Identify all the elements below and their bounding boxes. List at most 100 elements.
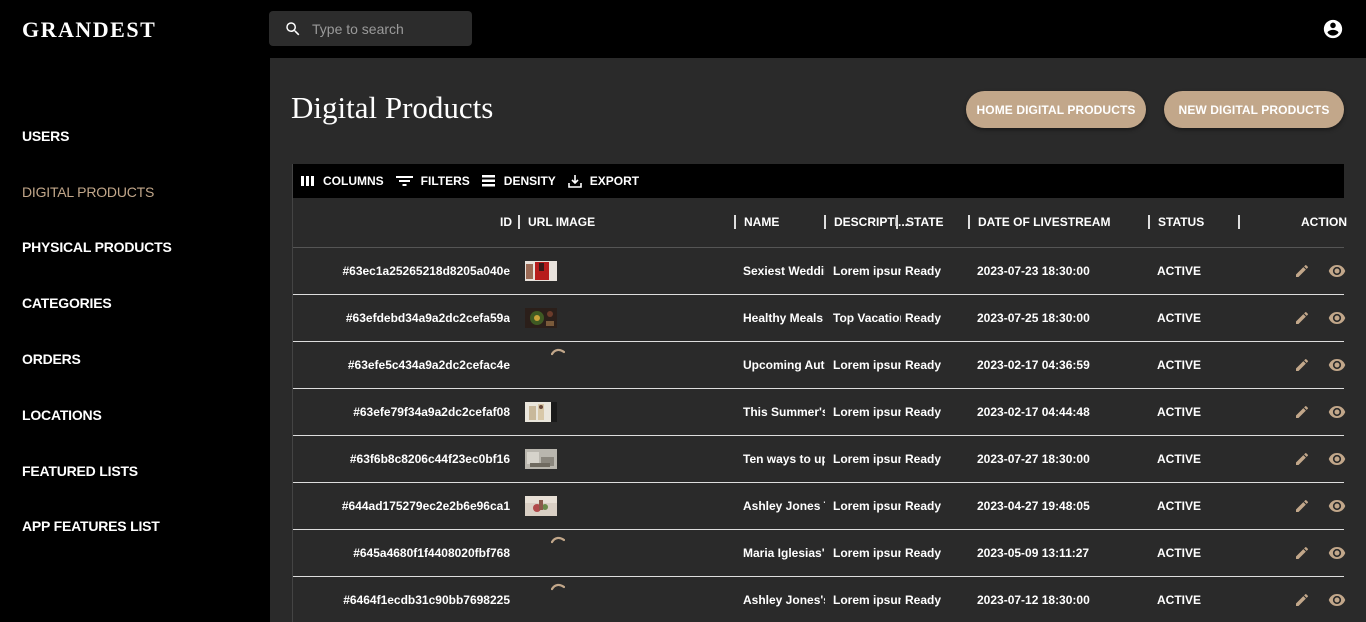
cell-state: Ready: [905, 405, 942, 419]
density-button[interactable]: DENSITY: [481, 174, 556, 188]
main-content: Digital Products HOME DIGITAL PRODUCTS N…: [270, 58, 1366, 622]
table-row[interactable]: #63f6b8c8206c44f23ec0bf16 Ten ways to up…: [293, 436, 1346, 483]
column-separator[interactable]: [1238, 215, 1240, 229]
cell-id: #63ec1a25265218d8205a040e: [342, 264, 510, 278]
column-separator[interactable]: [734, 215, 736, 229]
column-separator[interactable]: [896, 215, 898, 229]
column-separator[interactable]: [968, 215, 970, 229]
cell-date: 2023-07-27 18:30:00: [977, 452, 1090, 466]
edit-icon[interactable]: [1294, 451, 1310, 467]
cell-status: ACTIVE: [1157, 311, 1202, 325]
view-icon[interactable]: [1328, 546, 1346, 560]
broken-image-icon: [550, 343, 566, 356]
cell-state: Ready: [905, 264, 942, 278]
edit-icon[interactable]: [1294, 357, 1310, 373]
edit-icon[interactable]: [1294, 592, 1310, 608]
sidebar-item-physical-products[interactable]: PHYSICAL PRODUCTS: [22, 239, 172, 255]
cell-status: ACTIVE: [1157, 405, 1202, 419]
table-row[interactable]: #6464f1ecdb31c90bb7698225 Ashley Jones's…: [293, 577, 1346, 622]
edit-icon[interactable]: [1294, 498, 1310, 514]
cell-date: 2023-07-25 18:30:00: [977, 311, 1090, 325]
view-icon[interactable]: [1328, 593, 1346, 607]
header-name[interactable]: NAME: [744, 215, 779, 229]
cell-description: Lorem ipsum: [833, 405, 901, 419]
export-label: EXPORT: [589, 174, 640, 188]
cell-description: Lorem ipsum: [833, 264, 901, 278]
account-icon[interactable]: [1322, 18, 1344, 40]
cell-date: 2023-05-09 13:11:27: [977, 546, 1090, 560]
search-input[interactable]: [312, 20, 462, 37]
header-action: ACTION: [1301, 215, 1347, 229]
column-separator[interactable]: [518, 215, 520, 229]
columns-label: COLUMNS: [323, 174, 384, 188]
cell-description: Lorem ipsum: [833, 546, 901, 560]
view-icon[interactable]: [1328, 264, 1346, 278]
column-separator[interactable]: [824, 215, 826, 229]
table-row[interactable]: #63efe79f34a9a2dc2cefaf08 This Summer's …: [293, 389, 1346, 436]
sidebar-item-locations[interactable]: LOCATIONS: [22, 407, 102, 423]
filters-label: FILTERS: [420, 174, 470, 188]
product-thumbnail[interactable]: [525, 261, 557, 281]
cell-state: Ready: [905, 499, 942, 513]
cell-description: Top Vacation: [833, 311, 901, 325]
product-thumbnail[interactable]: [525, 308, 557, 328]
header-status[interactable]: STATUS: [1158, 215, 1204, 229]
cell-name: Healthy Meals Yo: [743, 311, 825, 325]
table-row[interactable]: #644ad175279ec2e2b6e96ca1 Ashley Jones T…: [293, 483, 1346, 530]
edit-icon[interactable]: [1294, 263, 1310, 279]
new-digital-products-button[interactable]: NEW DIGITAL PRODUCTS: [1164, 91, 1344, 128]
table-row[interactable]: #63efe5c434a9a2dc2cefac4e Upcoming Autun…: [293, 342, 1346, 389]
cell-date: 2023-07-12 18:30:00: [977, 593, 1090, 607]
sidebar-item-digital-products[interactable]: DIGITAL PRODUCTS: [22, 184, 154, 200]
view-icon[interactable]: [1328, 358, 1346, 372]
edit-icon[interactable]: [1294, 545, 1310, 561]
search-box[interactable]: [269, 11, 472, 46]
export-button[interactable]: EXPORT: [567, 174, 640, 188]
density-label: DENSITY: [503, 174, 556, 188]
product-thumbnail[interactable]: [525, 496, 557, 516]
edit-icon[interactable]: [1294, 310, 1310, 326]
cell-status: ACTIVE: [1157, 358, 1202, 372]
broken-image-icon: [550, 531, 566, 544]
table-row[interactable]: #63efdebd34a9a2dc2cefa59a Healthy Meals …: [293, 295, 1346, 342]
column-separator[interactable]: [1148, 215, 1150, 229]
home-digital-products-button[interactable]: HOME DIGITAL PRODUCTS: [966, 91, 1146, 128]
cell-id: #6464f1ecdb31c90bb7698225: [343, 593, 510, 607]
view-icon[interactable]: [1328, 311, 1346, 325]
search-icon: [284, 20, 302, 38]
view-icon[interactable]: [1328, 452, 1346, 466]
app-logo[interactable]: GRANDEST: [22, 17, 156, 43]
table-row[interactable]: #645a4680f1f4408020fbf768 Maria Iglesias…: [293, 530, 1346, 577]
cell-state: Ready: [905, 546, 942, 560]
header-state[interactable]: STATE: [906, 215, 944, 229]
table-body: #63ec1a25265218d8205a040e Sexiest Weddin…: [293, 248, 1346, 622]
cell-name: Ten ways to upda: [743, 452, 825, 466]
cell-status: ACTIVE: [1157, 593, 1202, 607]
view-icon[interactable]: [1328, 405, 1346, 419]
product-thumbnail[interactable]: [525, 449, 557, 469]
sidebar-item-app-features-list[interactable]: APP FEATURES LIST: [22, 518, 160, 534]
sidebar-item-featured-lists[interactable]: FEATURED LISTS: [22, 463, 138, 479]
cell-state: Ready: [905, 358, 942, 372]
sidebar-item-categories[interactable]: CATEGORIES: [22, 295, 112, 311]
cell-status: ACTIVE: [1157, 499, 1202, 513]
cell-id: #644ad175279ec2e2b6e96ca1: [341, 499, 510, 513]
header-date[interactable]: DATE OF LIVESTREAM: [978, 215, 1110, 229]
columns-icon: [301, 176, 314, 186]
sidebar-item-orders[interactable]: ORDERS: [22, 351, 81, 367]
header-id[interactable]: ID: [500, 215, 512, 229]
header-url-image[interactable]: URL IMAGE: [528, 215, 595, 229]
view-icon[interactable]: [1328, 499, 1346, 513]
edit-icon[interactable]: [1294, 404, 1310, 420]
table-row[interactable]: #63ec1a25265218d8205a040e Sexiest Weddin…: [293, 248, 1346, 295]
cell-state: Ready: [905, 593, 942, 607]
cell-name: Ashley Jones Tal: [743, 499, 825, 513]
cell-name: Ashley Jones's D: [743, 593, 825, 607]
filters-button[interactable]: FILTERS: [395, 174, 470, 188]
cell-date: 2023-04-27 19:48:05: [977, 499, 1090, 513]
cell-date: 2023-07-23 18:30:00: [977, 264, 1090, 278]
cell-id: #63efe5c434a9a2dc2cefac4e: [347, 358, 510, 372]
product-thumbnail[interactable]: [525, 402, 557, 422]
columns-button[interactable]: COLUMNS: [301, 174, 384, 188]
sidebar-item-users[interactable]: USERS: [22, 128, 69, 144]
